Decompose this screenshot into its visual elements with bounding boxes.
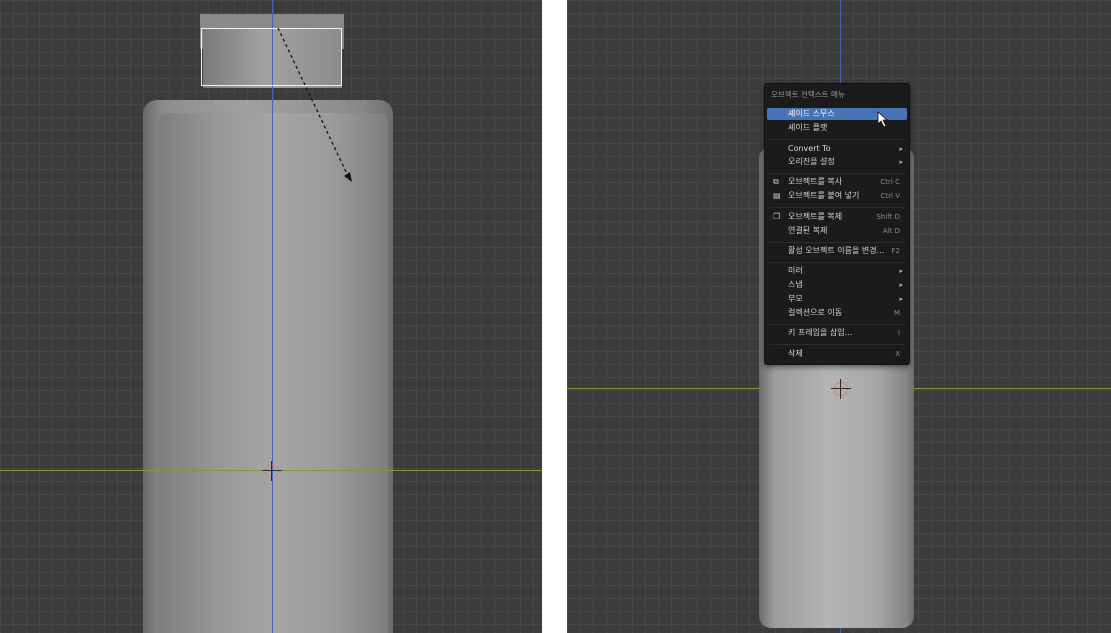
menu-item-duplicate-objects[interactable]: ❐ 오브젝트를 복제 Shift D	[767, 211, 907, 223]
menu-item-set-origin[interactable]: 오리진을 설정 ▸	[767, 156, 907, 168]
duplicate-icon: ❐	[773, 212, 781, 221]
drag-path-dashed	[277, 27, 352, 182]
submenu-arrow-icon: ▸	[899, 158, 903, 166]
menu-item-copy-objects[interactable]: ⧉ 오브젝트를 복사 Ctrl C	[767, 176, 907, 188]
menu-item-snap[interactable]: 스냅 ▸	[767, 279, 907, 291]
menu-title: 오브젝트 컨텍스트 메뉴	[771, 90, 845, 99]
menu-separator	[769, 324, 905, 325]
left-viewport[interactable]	[0, 0, 542, 633]
submenu-arrow-icon: ▸	[899, 267, 903, 275]
menu-separator	[769, 207, 905, 208]
3d-cursor-icon[interactable]	[262, 461, 282, 481]
copy-icon: ⧉	[773, 177, 779, 186]
submenu-arrow-icon: ▸	[899, 145, 903, 153]
mouse-pointer-icon	[877, 111, 889, 128]
menu-item-insert-keyframe[interactable]: 키 프레임을 삽입... I	[767, 327, 907, 339]
submenu-arrow-icon: ▸	[899, 281, 903, 289]
menu-item-move-to-collection[interactable]: 컬렉션으로 이동 M	[767, 307, 907, 319]
menu-item-rename-active[interactable]: 활성 오브젝트 이름을 변경... F2	[767, 245, 907, 257]
menu-separator	[769, 344, 905, 345]
paste-icon: ▤	[773, 191, 781, 200]
menu-item-convert-to[interactable]: Convert To ▸	[767, 143, 907, 155]
menu-separator	[769, 242, 905, 243]
menu-item-delete[interactable]: 삭제 X	[767, 348, 907, 360]
menu-separator	[769, 139, 905, 140]
menu-item-paste-objects[interactable]: ▤ 오브젝트를 붙여 넣기 Ctrl V	[767, 190, 907, 202]
menu-separator	[769, 173, 905, 174]
submenu-arrow-icon: ▸	[899, 295, 903, 303]
menu-item-parent[interactable]: 부모 ▸	[767, 293, 907, 305]
menu-item-mirror[interactable]: 미러 ▸	[767, 265, 907, 277]
menu-separator	[769, 262, 905, 263]
3d-cursor-icon[interactable]	[831, 379, 851, 399]
menu-item-duplicate-linked[interactable]: 연결된 복제 Alt D	[767, 225, 907, 237]
